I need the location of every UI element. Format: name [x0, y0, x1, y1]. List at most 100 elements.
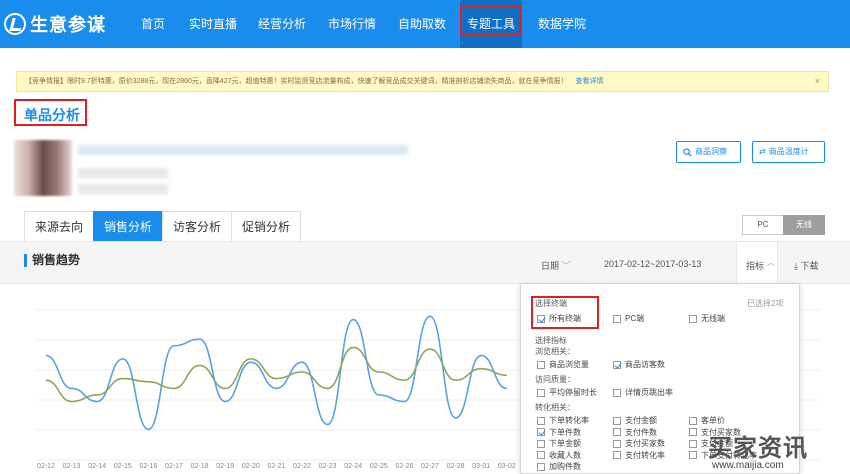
- product-name-blur: [78, 145, 408, 155]
- close-icon[interactable]: ×: [815, 72, 820, 91]
- x-tick-label: 02-21: [267, 463, 285, 470]
- date-dropdown[interactable]: 日期 ﹀: [541, 259, 571, 272]
- device-pc-toggle[interactable]: PC: [742, 215, 784, 235]
- checkbox-icon[interactable]: [613, 428, 621, 436]
- terminal-option[interactable]: 无线端: [689, 313, 725, 324]
- metric-option[interactable]: 支付金额: [613, 415, 657, 426]
- checkbox-icon[interactable]: [537, 462, 545, 471]
- x-tick-label: 03-01: [472, 463, 490, 470]
- metric-option[interactable]: 支付件数: [613, 427, 657, 438]
- x-tick-label: 02-12: [37, 463, 55, 470]
- group-label: 浏览相关：: [535, 347, 575, 356]
- checkbox-icon[interactable]: [689, 314, 697, 323]
- checkbox-icon[interactable]: [613, 451, 621, 459]
- brand-logo[interactable]: 生意参谋: [4, 10, 106, 38]
- x-tick-label: 02-25: [370, 463, 388, 470]
- nav-self-service[interactable]: 自助取数: [392, 0, 452, 48]
- date-range[interactable]: 2017-02-12~2017-03-13: [604, 259, 701, 269]
- series-line-1: [45, 346, 507, 403]
- highlight-box-tools: [460, 5, 521, 36]
- checkbox-label: 收藏人数: [549, 450, 581, 460]
- metric-dropdown-tab[interactable]: 指标 ︿: [736, 242, 778, 284]
- download-label: 下载: [800, 261, 819, 271]
- metric-option[interactable]: 下单件数: [537, 427, 581, 438]
- checkbox-label: 下单金额: [549, 439, 581, 448]
- tab-sales[interactable]: 销售分析: [93, 211, 164, 241]
- product-info-blur-2: [78, 184, 168, 194]
- checkbox-icon[interactable]: [613, 388, 621, 397]
- highlight-box-title: [14, 99, 87, 126]
- checkbox-label: 平均停留时长: [549, 388, 597, 397]
- checkbox-label: 详情页跳出率: [625, 388, 673, 397]
- analysis-tabs: 来源去向 销售分析 访客分析 促销分析: [24, 211, 302, 241]
- checkbox-label: PC端: [625, 314, 645, 323]
- x-tick-label: 02-23: [319, 463, 337, 470]
- checkbox-icon[interactable]: [689, 439, 697, 448]
- notice-link[interactable]: 查看详情: [576, 78, 604, 85]
- device-wireless-toggle[interactable]: 无线: [783, 215, 825, 235]
- watermark-url: www.maijia.com: [712, 460, 784, 471]
- metric-option[interactable]: 支付转化率: [613, 450, 665, 461]
- metric-option[interactable]: 收藏人数: [537, 450, 581, 461]
- nav-market[interactable]: 市场行情: [322, 0, 382, 48]
- checkbox-icon[interactable]: [537, 416, 545, 425]
- group-label: 访问质量：: [535, 375, 575, 384]
- x-tick-label: 02-27: [421, 463, 439, 470]
- checkbox-icon[interactable]: [537, 388, 545, 397]
- tab-promotion[interactable]: 促销分析: [231, 211, 302, 241]
- metric-option[interactable]: 商品访客数: [613, 359, 665, 370]
- checkbox-icon[interactable]: [689, 416, 697, 425]
- checkbox-icon[interactable]: [537, 439, 545, 448]
- swap-icon: ⇄: [759, 147, 766, 156]
- metric-option[interactable]: 平均停留时长: [537, 387, 597, 398]
- checkbox-icon[interactable]: [537, 428, 545, 436]
- metric-option[interactable]: 下单金额: [537, 438, 581, 449]
- notice-bar: 【竞争情报】限时9.7折特惠，原价3288元，现在2860元，直降427元，超值…: [16, 71, 829, 92]
- product-insight-label: 商品洞察: [695, 147, 727, 156]
- selected-count: 已选择2项: [747, 299, 784, 308]
- checkbox-icon[interactable]: [537, 360, 545, 369]
- metric-label: 指标: [746, 261, 765, 271]
- checkbox-icon[interactable]: [689, 451, 697, 459]
- date-label: 日期: [541, 261, 560, 271]
- product-insight-button[interactable]: 商品洞察: [676, 141, 741, 163]
- metric-option[interactable]: 客单价: [689, 415, 725, 426]
- top-nav: 生意参谋 首页 实时直播 经营分析 市场行情 自助取数 专题工具 数据学院: [0, 0, 850, 48]
- x-tick-label: 02-28: [447, 463, 465, 470]
- checkbox-label: 下单转化率: [549, 416, 589, 425]
- metric-option[interactable]: 下单转化率: [537, 415, 589, 426]
- metric-option[interactable]: 商品浏览量: [537, 359, 589, 370]
- chart-x-ticks: 02-12 02-13 02-14 02-15 02-16 02-17 02-18 02-19…: [37, 463, 516, 470]
- x-tick-label: 03-02: [498, 463, 516, 470]
- nav-live[interactable]: 实时直播: [183, 0, 243, 48]
- metric-option[interactable]: 加购件数: [537, 461, 581, 472]
- download-button[interactable]: ⤓ 下载: [794, 259, 819, 272]
- nav-operation[interactable]: 经营分析: [252, 0, 312, 48]
- x-tick-label: 02-20: [242, 463, 260, 470]
- checkbox-icon[interactable]: [613, 416, 621, 425]
- terminal-option[interactable]: PC端: [613, 313, 644, 324]
- checkbox-icon[interactable]: [537, 451, 545, 459]
- x-tick-label: 02-22: [293, 463, 311, 470]
- x-tick-label: 02-13: [63, 463, 81, 470]
- checkbox-label: 支付买家数: [625, 439, 665, 448]
- group-label: 转化相关：: [535, 403, 575, 412]
- tab-visitors[interactable]: 访客分析: [162, 211, 233, 241]
- metric-option[interactable]: 支付买家数: [613, 438, 665, 449]
- download-icon: ⤓: [794, 261, 798, 271]
- x-tick-label: 02-16: [139, 463, 157, 470]
- metric-option[interactable]: 详情页跳出率: [613, 387, 673, 398]
- chart-lines: [45, 315, 508, 431]
- checkbox-icon[interactable]: [613, 439, 621, 448]
- tab-source[interactable]: 来源去向: [24, 211, 95, 241]
- x-tick-label: 02-14: [88, 463, 106, 470]
- nav-home[interactable]: 首页: [132, 0, 174, 48]
- product-thermometer-button[interactable]: ⇄ 商品温度计: [752, 141, 825, 163]
- nav-academy[interactable]: 数据学院: [531, 0, 593, 48]
- checkbox-label: 支付金额: [625, 416, 657, 425]
- checkbox-icon[interactable]: [613, 360, 621, 369]
- checkbox-icon[interactable]: [689, 428, 697, 436]
- checkbox-icon[interactable]: [613, 314, 621, 323]
- checkbox-label: 商品浏览量: [549, 360, 589, 369]
- sales-trend-header: [0, 241, 850, 284]
